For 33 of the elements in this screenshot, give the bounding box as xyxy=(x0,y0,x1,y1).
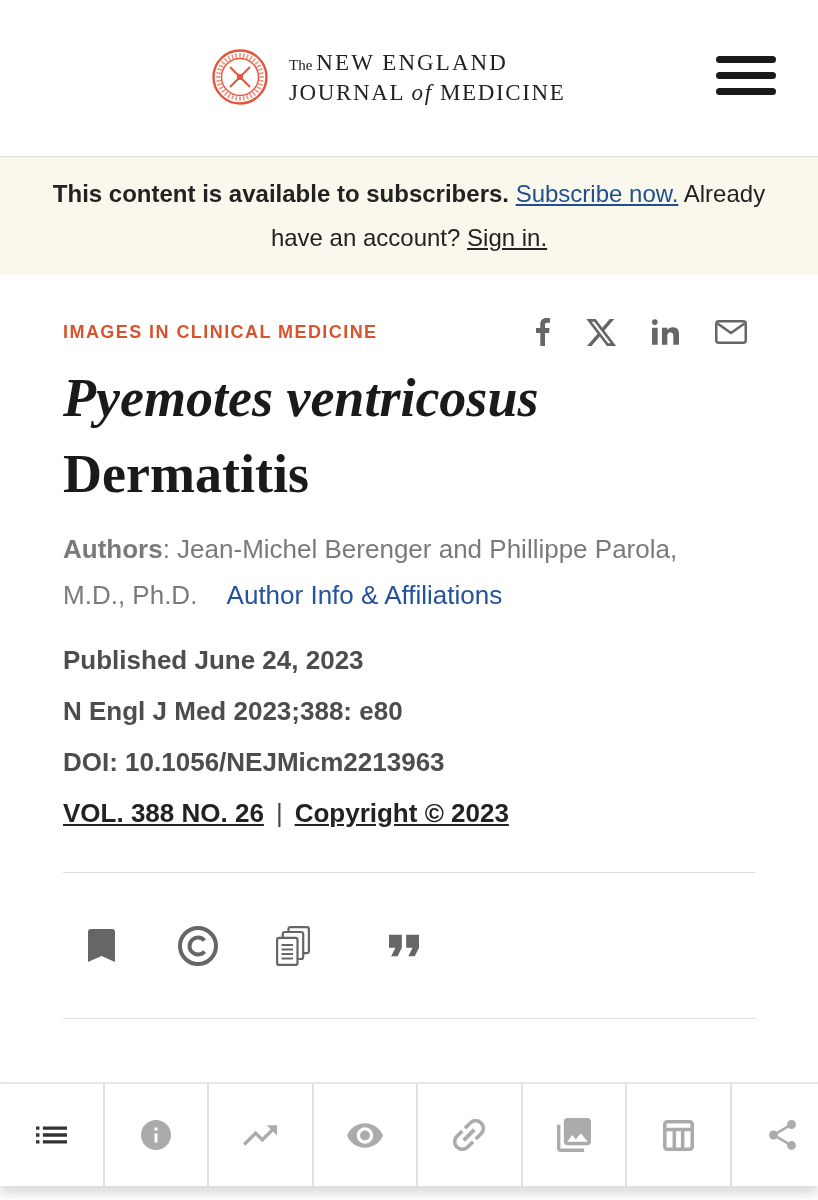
subscription-notice: This content is available to subscribers. Subscribe now. Already have an account? Sign in. xyxy=(51,179,767,253)
trend-up-icon xyxy=(243,1124,278,1146)
share-icon xyxy=(769,1120,797,1150)
journal-wordmark: The NEW ENGLAND JOURNAL of MEDICINE xyxy=(289,48,566,106)
menu-button[interactable] xyxy=(716,55,776,95)
link-icon xyxy=(453,1119,486,1151)
eye-icon xyxy=(346,1122,383,1148)
doi: DOI: 10.1056/NEJMicm2213963 xyxy=(63,747,445,777)
facebook-icon[interactable] xyxy=(536,318,550,346)
table-icon xyxy=(662,1119,694,1151)
list-icon xyxy=(35,1126,67,1144)
separator: | xyxy=(275,798,283,828)
linkedin-icon[interactable] xyxy=(652,319,679,345)
section-label: IMAGES IN CLINICAL MEDICINE xyxy=(63,321,378,344)
copyright-link[interactable]: Copyright © 2023 xyxy=(294,798,509,828)
issue-link[interactable]: VOL. 388 NO. 26 xyxy=(63,798,264,828)
author-info-link[interactable]: Author Info & Affiliations xyxy=(226,580,503,610)
subscribe-link[interactable]: Subscribe now. xyxy=(515,180,679,207)
sign-in-link[interactable]: Sign in. xyxy=(467,224,548,251)
images-icon xyxy=(556,1118,591,1152)
quote-icon[interactable] xyxy=(389,934,419,957)
menu-icon xyxy=(716,55,776,95)
info-icon xyxy=(140,1120,171,1150)
bookmark-icon[interactable] xyxy=(88,929,115,962)
copyright-icon[interactable] xyxy=(178,925,218,966)
publication-date: Published June 24, 2023 xyxy=(63,645,364,675)
email-icon[interactable] xyxy=(715,320,747,344)
article-title: Pyemotes ventricosus Dermatitis xyxy=(63,367,540,506)
citation: N Engl J Med 2023;388: e80 xyxy=(63,696,403,726)
authors-line: Authors: Jean-Michel Berenger and Phillippe Parola, M.D., Ph.D. Author Info & Affiliations xyxy=(63,533,679,612)
seal-logo-icon xyxy=(212,49,268,105)
x-logo-icon[interactable] xyxy=(586,318,616,346)
documents-icon[interactable] xyxy=(276,925,310,966)
